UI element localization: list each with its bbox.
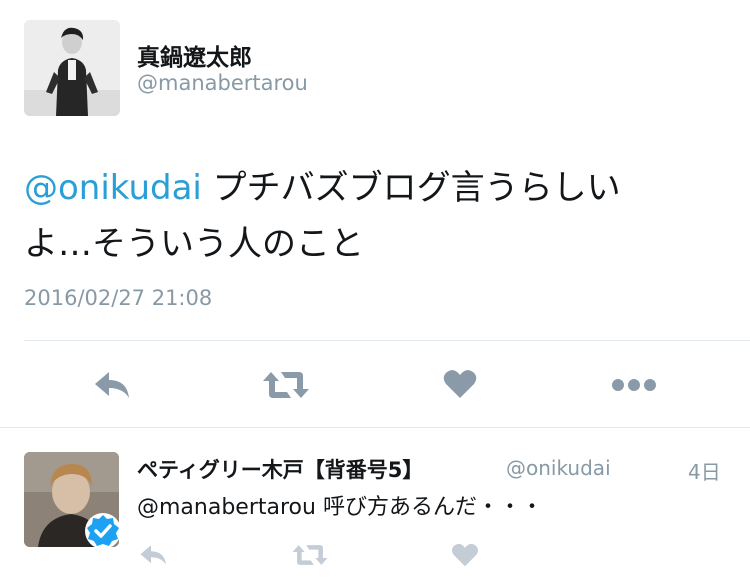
author-avatar[interactable] (24, 20, 120, 116)
person-silhouette-icon (24, 20, 120, 116)
tweet-text-line1: プチバズブログ言うらしい (201, 168, 621, 208)
reply-author-handle[interactable]: @onikudai (506, 456, 611, 480)
like-icon (451, 543, 479, 567)
reply-text: @manabertarou 呼び方あるんだ・・・ (137, 489, 543, 521)
tweet-text: @onikudai プチバズブログ言うらしい よ…そういう人のこと (24, 160, 714, 272)
like-button[interactable] (438, 364, 482, 404)
retweet-icon (263, 372, 309, 398)
like-icon (443, 370, 477, 398)
divider (0, 427, 750, 428)
reply-mention-link[interactable]: @manabertarou (137, 495, 316, 520)
retweet-icon (292, 545, 328, 565)
more-options-button[interactable] (608, 370, 660, 400)
reply-like-button[interactable] (448, 540, 482, 570)
reply-button[interactable] (88, 366, 138, 404)
reply-author-name[interactable]: ペティグリー木戸【背番号5】 (137, 454, 423, 484)
reply-text-body: 呼び方あるんだ・・・ (315, 495, 543, 520)
reply-reply-button[interactable] (136, 540, 172, 570)
tweet-text-line2: よ…そういう人のこと (24, 224, 364, 264)
reply-icon (95, 372, 129, 398)
more-icon (612, 379, 656, 391)
mention-link[interactable]: @onikudai (24, 168, 202, 208)
author-name[interactable]: 真鍋遼太郎 (137, 38, 252, 72)
divider (24, 340, 750, 341)
reply-icon (140, 545, 166, 565)
verified-badge-icon (84, 512, 122, 550)
reply-timestamp: 4日 (688, 460, 721, 484)
author-handle[interactable]: @manabertarou (137, 71, 308, 95)
retweet-button[interactable] (259, 366, 313, 404)
tweet-timestamp: 2016/02/27 21:08 (24, 286, 213, 310)
reply-retweet-button[interactable] (290, 540, 330, 570)
